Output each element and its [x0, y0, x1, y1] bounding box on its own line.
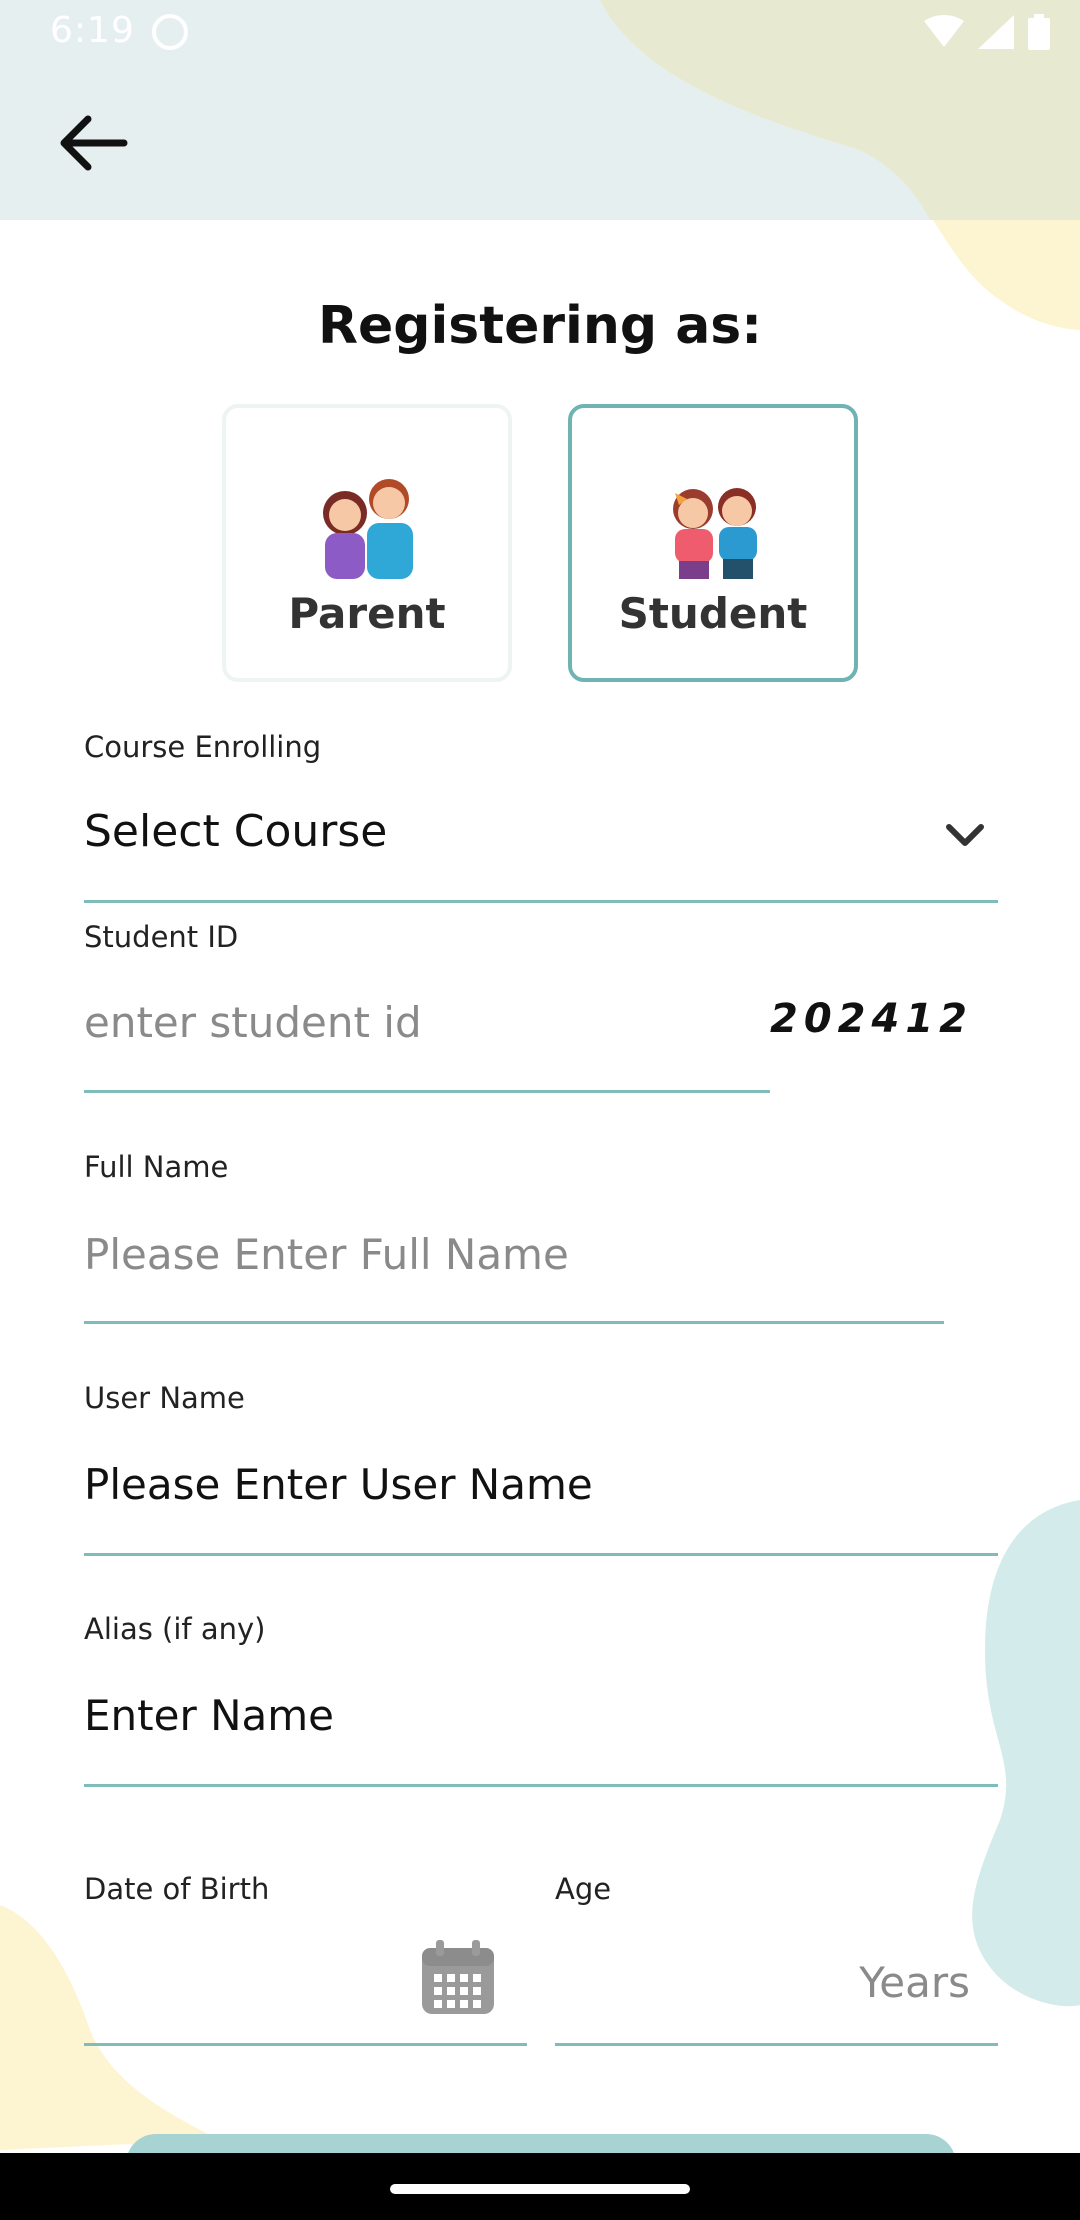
alias-underline	[84, 1784, 998, 1787]
status-notification-icon	[152, 14, 188, 50]
user-name-input[interactable]: Please Enter User Name	[84, 1460, 593, 1509]
status-icons	[924, 14, 1050, 50]
course-label: Course Enrolling	[84, 730, 322, 764]
age-input[interactable]: Years	[859, 1958, 970, 2007]
parents-illustration-icon	[323, 479, 413, 579]
blob-right-teal	[972, 1500, 1080, 2007]
role-label-parent: Parent	[288, 589, 446, 638]
full-name-underline	[84, 1321, 944, 1324]
student-id-captcha: 202412	[770, 996, 973, 1042]
wifi-icon	[924, 15, 964, 47]
battery-icon	[1028, 14, 1050, 50]
role-label-student: Student	[618, 589, 808, 638]
role-card-student[interactable]: Student	[568, 404, 858, 682]
student-id-label: Student ID	[84, 920, 239, 954]
user-name-underline	[84, 1553, 998, 1556]
blob-bottom-yellow	[0, 1905, 220, 2150]
page-title: Registering as:	[317, 296, 763, 356]
full-name-label: Full Name	[84, 1150, 229, 1184]
calendar-icon[interactable]	[420, 1940, 496, 2016]
alias-label: Alias (if any)	[84, 1612, 266, 1646]
arrow-left-icon	[60, 115, 128, 171]
alias-input[interactable]: Enter Name	[84, 1691, 334, 1740]
status-time: 6:19	[50, 10, 135, 51]
course-select[interactable]: Select Course	[84, 806, 387, 857]
user-name-label: User Name	[84, 1381, 245, 1415]
course-underline	[84, 900, 998, 903]
role-card-parent[interactable]: Parent	[222, 404, 512, 682]
full-name-input[interactable]: Please Enter Full Name	[84, 1230, 569, 1279]
dob-underline	[84, 2043, 527, 2046]
age-label: Age	[555, 1872, 612, 1906]
student-id-underline	[84, 1090, 770, 1093]
chevron-down-icon[interactable]	[944, 820, 986, 850]
students-illustration-icon	[673, 488, 757, 579]
home-gesture-handle[interactable]	[390, 2184, 690, 2194]
student-id-input[interactable]: enter student id	[84, 998, 422, 1047]
age-underline	[555, 2043, 998, 2046]
signal-icon	[978, 15, 1014, 49]
dob-label: Date of Birth	[84, 1872, 270, 1906]
back-button[interactable]	[50, 108, 136, 178]
